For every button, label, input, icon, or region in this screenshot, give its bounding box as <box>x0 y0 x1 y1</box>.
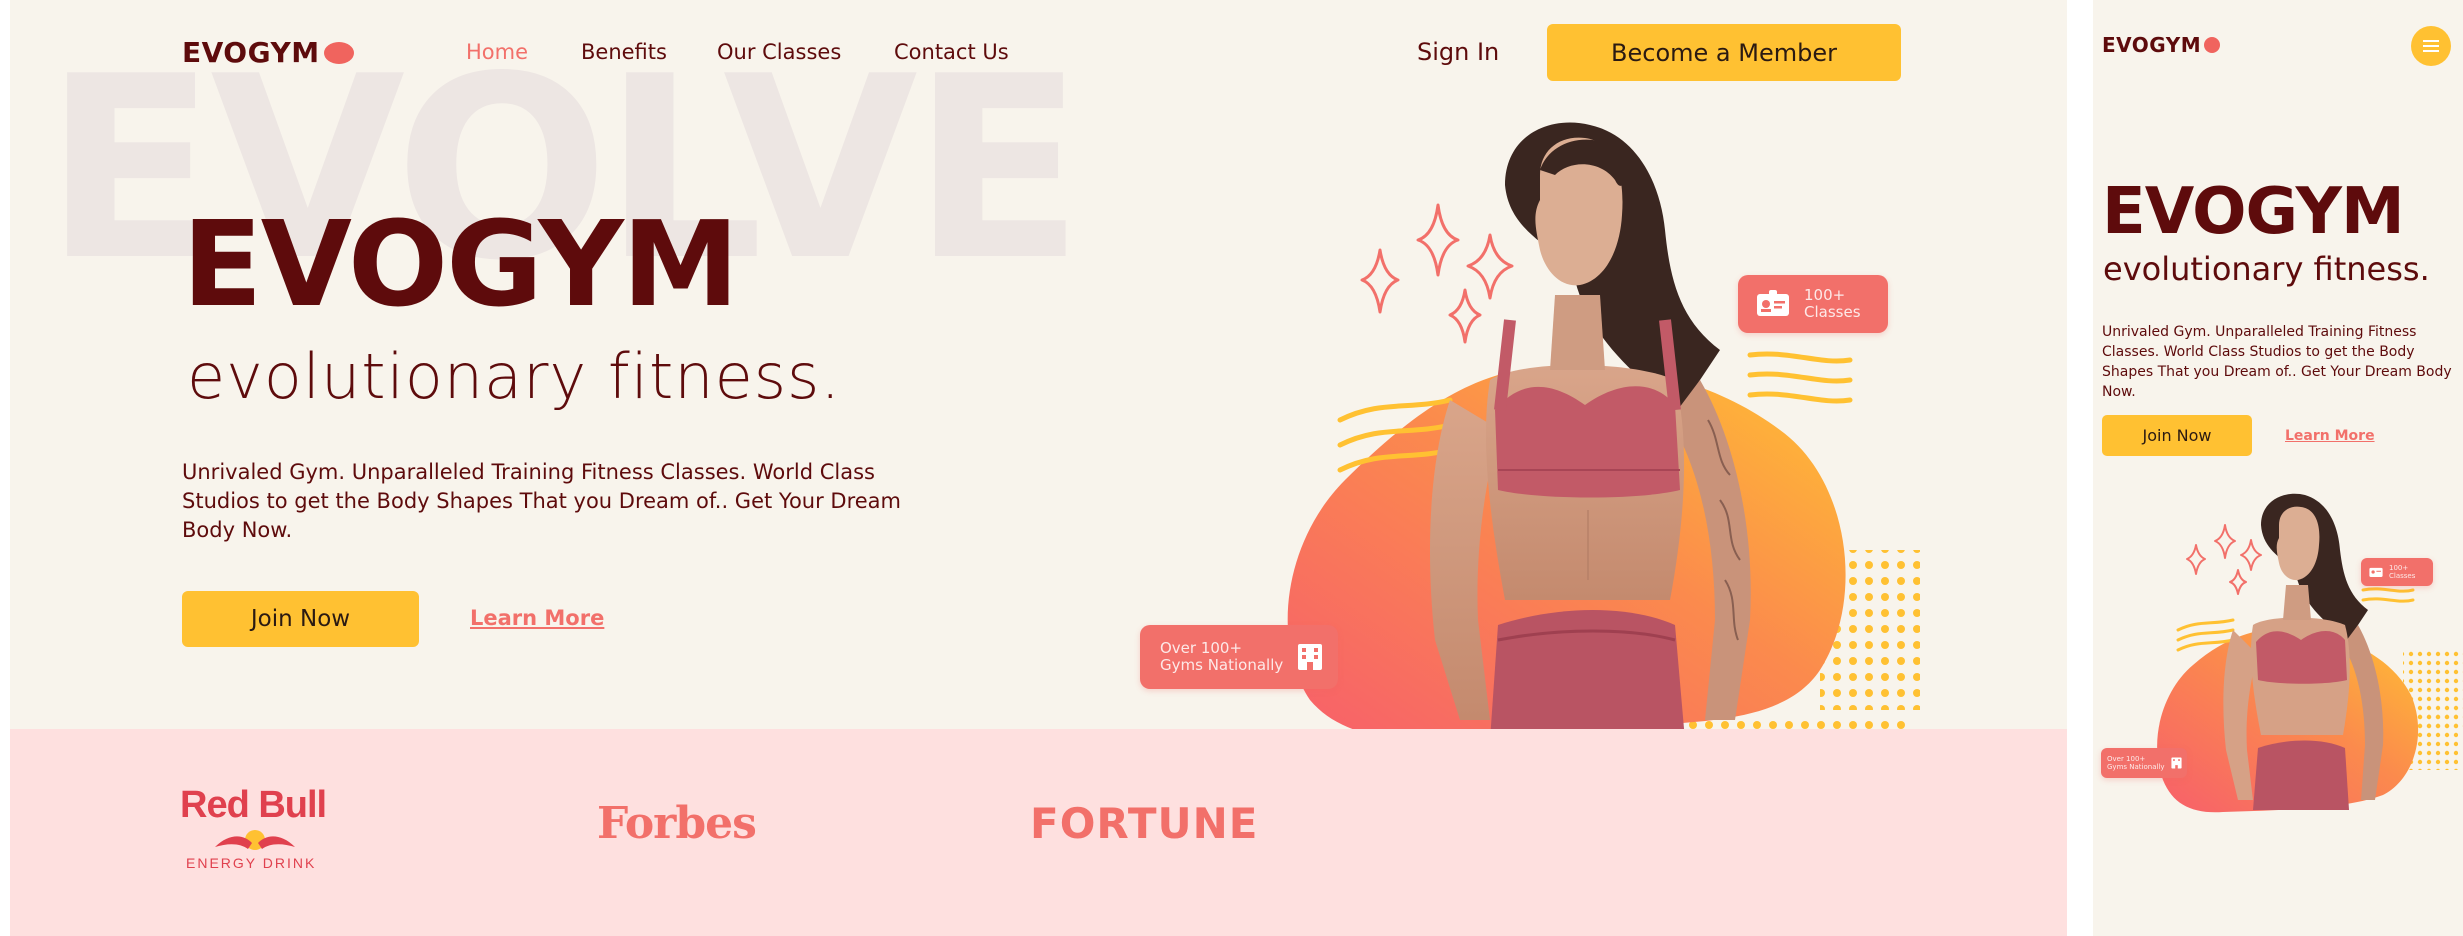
mobile-logo-dot-icon <box>2204 37 2221 53</box>
hero-description: Unrivaled Gym. Unparalleled Training Fit… <box>182 460 901 542</box>
building-icon <box>1298 644 1323 670</box>
mobile-hero-illustration <box>2157 493 2463 813</box>
bulls-icon <box>215 830 295 850</box>
classes-badge: 100+ Classes <box>1738 275 1888 333</box>
mobile-hero-subtitle: evolutionary fitness. <box>2103 250 2430 288</box>
site-logo[interactable]: EVOGYM <box>182 36 354 69</box>
mobile-hero-image-area: 100+ Classes Over 100+ Gyms Nationally <box>2093 480 2463 840</box>
figure-leggings <box>1490 610 1685 740</box>
mobile-hero-description: Unrivaled Gym. Unparalleled Training Fit… <box>2102 324 2452 400</box>
become-member-button[interactable]: Become a Member <box>1547 24 1901 81</box>
nav-our-classes[interactable]: Our Classes <box>717 40 841 64</box>
mobile-figure-leggings <box>2253 740 2349 810</box>
nav-home[interactable]: Home <box>466 40 528 64</box>
sparkle-icon <box>2186 524 2262 595</box>
hamburger-menu-button[interactable] <box>2411 26 2451 66</box>
mobile-hero-title: EVOGYM <box>2102 175 2405 249</box>
hero-image-area: 100+ Classes Over 100+ Gyms Nationally <box>1140 80 1930 800</box>
mobile-gyms-badge-label: Gyms Nationally <box>2107 763 2165 771</box>
gyms-badge-label: Gyms Nationally <box>1160 656 1284 674</box>
classes-badge-label: Classes <box>1804 303 1861 321</box>
hero-illustration <box>1287 122 1930 780</box>
sponsors-band: Red Bull ENERGY DRINK Forbes FORTUNE <box>10 729 2067 936</box>
join-now-button[interactable]: Join Now <box>182 591 419 647</box>
id-card-icon <box>1757 290 1789 316</box>
nav-benefits[interactable]: Benefits <box>581 40 667 64</box>
logo-dot-icon <box>323 41 354 64</box>
mobile-site-logo[interactable]: EVOGYM <box>2102 33 2221 57</box>
desktop-page: EVOLVE EVOGYM Home Benefits Our Classes … <box>10 0 2067 936</box>
mobile-classes-badge-label: Classes <box>2389 572 2416 580</box>
hero-subtitle: evolutionary fitness. <box>187 340 842 413</box>
mobile-classes-badge: 100+ Classes <box>2361 558 2433 586</box>
sponsor-redbull-logo: Red Bull ENERGY DRINK <box>180 784 327 871</box>
nav-contact-us[interactable]: Contact Us <box>894 40 1009 64</box>
redbull-wordmark: Red Bull <box>180 784 327 826</box>
gyms-badge-count: Over 100+ <box>1160 639 1243 657</box>
mobile-gyms-badge-count: Over 100+ <box>2107 755 2146 763</box>
sign-in-link[interactable]: Sign In <box>1417 38 1499 66</box>
mobile-page: EVOGYM EVOGYM evolutionary fitness. Unri… <box>2093 0 2463 936</box>
mobile-join-now-button[interactable]: Join Now <box>2102 415 2252 456</box>
mobile-figure-neck <box>2283 585 2311 620</box>
sponsor-forbes-logo: Forbes <box>597 798 757 849</box>
logo-text: EVOGYM <box>182 36 320 69</box>
mobile-gyms-badge: Over 100+ Gyms Nationally <box>2101 748 2187 778</box>
mobile-logo-text: EVOGYM <box>2102 33 2202 57</box>
mobile-classes-badge-count: 100+ <box>2389 564 2409 572</box>
sparkle-icon <box>1360 203 1514 344</box>
classes-badge-count: 100+ <box>1804 286 1846 304</box>
id-card-icon <box>2369 567 2383 577</box>
figure-neck <box>1550 295 1605 370</box>
learn-more-link[interactable]: Learn More <box>470 606 604 630</box>
gyms-badge: Over 100+ Gyms Nationally <box>1140 625 1338 689</box>
hamburger-icon <box>2423 40 2439 52</box>
sponsor-fortune-logo: FORTUNE <box>1030 799 1259 848</box>
building-icon <box>2170 757 2182 769</box>
hero-title: EVOGYM <box>182 195 739 333</box>
redbull-subtitle: ENERGY DRINK <box>186 855 317 871</box>
mobile-learn-more-link[interactable]: Learn More <box>2285 428 2375 444</box>
wave-lines <box>1747 351 1853 404</box>
